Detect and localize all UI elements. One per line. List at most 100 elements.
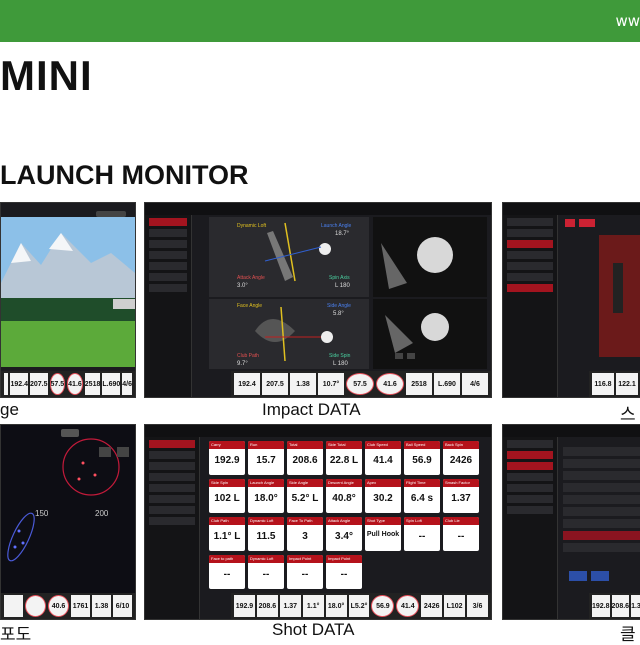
stat-card-value: 30.2: [373, 493, 393, 504]
stat-card: Launch Angle 18.0°: [248, 479, 284, 513]
stat-cell: L5.2°: [348, 595, 370, 617]
impact-stat-strip: 192.4 207.5 1.38 10.7° 57.5 41.6 2518 L.…: [231, 371, 491, 397]
stat-card: Ball Speed 56.9: [404, 441, 440, 475]
stat-card-label: Face to path: [209, 555, 245, 563]
stat-card-label: Run: [248, 441, 284, 449]
stat-cell: 1.37: [279, 595, 301, 617]
stat-cell: 207.5: [262, 373, 288, 395]
stat-card: Side Angle 5.2° L: [287, 479, 323, 513]
stat-card-value: 56.9: [412, 455, 432, 466]
label-spin-axis: Spin Axis: [329, 275, 350, 281]
caption-shot: Shot DATA: [272, 620, 355, 639]
stat-card-value: 11.5: [256, 531, 276, 542]
value-spin-axis: L 180: [335, 283, 350, 289]
stat-card-label: Impact Point: [287, 555, 323, 563]
sidebar: [145, 437, 200, 619]
stat-card-label: Face To Path: [287, 517, 323, 525]
stat-card-label: Side Angle: [287, 479, 323, 487]
swing-video: [565, 219, 640, 357]
stat-card: Dynamic Loft 11.5: [248, 517, 284, 551]
stat-card: Apex 30.2: [365, 479, 401, 513]
stat-card: Club Speed 41.4: [365, 441, 401, 475]
stat-cell: 1.1°: [302, 595, 324, 617]
stat-card-label: Total: [287, 441, 323, 449]
stat-card-value: 192.9: [214, 455, 240, 466]
stat-card: Attack Angle 3.4°: [326, 517, 362, 551]
stat-card: Dynamic Loft --: [248, 555, 284, 589]
distance-marker: 200: [95, 509, 109, 518]
dispersion-screenshot: 150 200 40.6 1761 1.38 6/10: [0, 424, 136, 620]
stat-card-label: Dynamic Loft: [248, 555, 284, 563]
stat-cell: 192.8: [592, 595, 610, 617]
stat-card-value: 1.1° L: [213, 531, 241, 542]
stat-card: Face To Path 3: [287, 517, 323, 551]
app-header: [145, 425, 491, 437]
stat-cell: 2518: [406, 373, 432, 395]
stat-cell: 40.6: [48, 595, 69, 617]
stat-card: Side Spin 102 L: [209, 479, 245, 513]
stat-cell: 3/6: [467, 595, 488, 617]
label-launch-angle: Launch Angle: [321, 223, 352, 229]
section-title: LAUNCH MONITOR: [0, 160, 249, 190]
stat-card: Smash Factor 1.37: [443, 479, 479, 513]
stat-cell: 192.9: [234, 595, 255, 617]
stat-card: Side Total 22.8 L: [326, 441, 362, 475]
stat-card-label: Spin Loft: [404, 517, 440, 525]
stat-card-label: Club Lie: [443, 517, 479, 525]
caption-dispersion: 포도: [0, 625, 32, 644]
label-side-angle: Side Angle: [327, 303, 351, 309]
stat-card-label: Descent Angle: [326, 479, 362, 487]
stat-card: Shot Type Pull Hook: [365, 517, 401, 551]
stat-cell: 1.38: [92, 595, 111, 617]
stat-card-label: Dynamic Loft: [248, 517, 284, 525]
value-club-path: 9.7°: [237, 361, 248, 367]
club-table: [563, 447, 640, 581]
range-scene: [1, 203, 135, 397]
shot-stat-strip: 192.9 208.6 1.37 1.1° 18.0° L5.2° 56.9 4…: [231, 593, 491, 619]
stat-card-value: 208.6: [292, 455, 318, 466]
swing-stat-strip: 116.8 122.1: [589, 371, 640, 397]
stat-cell: 122.1: [616, 373, 638, 395]
stat-card-value: --: [301, 569, 309, 580]
range-screenshot: 192.4 207.5 57.5 41.6 2518 L.690 4/6: [0, 202, 136, 398]
stat-cell: 207.5: [30, 373, 48, 395]
stat-card-value: 2426: [449, 455, 473, 466]
stat-card: Back Spin 2426: [443, 441, 479, 475]
stat-card-label: Shot Type: [365, 517, 401, 525]
dispersion-graph: [7, 429, 129, 562]
stat-cell: 6/10: [113, 595, 132, 617]
stat-card-value: --: [223, 569, 231, 580]
stat-card-value: 1.37: [451, 493, 471, 504]
stat-cell: L102: [444, 595, 466, 617]
stat-card-label: Launch Angle: [248, 479, 284, 487]
value-launch-angle: 18.7°: [335, 231, 350, 237]
stat-card-value: 3.4°: [335, 531, 353, 542]
page-title: MINI: [0, 52, 93, 99]
label-attack-angle: Attack Angle: [237, 275, 265, 281]
label-side-spin: Side Spin: [329, 353, 351, 359]
impact-graphics: [209, 217, 487, 369]
stat-cell: 1.38: [290, 373, 316, 395]
value-attack-angle: 3.0°: [237, 283, 248, 289]
stat-card-label: Impact Point: [326, 555, 362, 563]
stat-card-value: 22.8 L: [329, 455, 359, 466]
stat-card-value: 5.2° L: [291, 493, 319, 504]
shot-data-screenshot: Carry 192.9 Run 15.7 Total 208.6 Side Total 22.…: [144, 424, 492, 620]
stat-card: Flight Time 6.4 s: [404, 479, 440, 513]
stat-card: Total 208.6: [287, 441, 323, 475]
caption-range: ge: [0, 400, 19, 419]
range-stat-strip: 192.4 207.5 57.5 41.6 2518 L.690 4/6: [1, 371, 135, 397]
caption-club: 클: [620, 625, 636, 644]
stat-card-value: --: [457, 531, 465, 542]
caption-impact: Impact DATA: [262, 400, 361, 419]
stat-card-value: 6.4 s: [410, 493, 434, 504]
dispersion-stat-strip: 40.6 1761 1.38 6/10: [1, 593, 135, 619]
impact-screenshot: Dynamic Loft Launch Angle 18.7° Attack A…: [144, 202, 492, 398]
stat-card-value: --: [262, 569, 270, 580]
stat-cell: 116.8: [592, 373, 614, 395]
stat-cell: 1761: [71, 595, 90, 617]
stat-cell: 2518: [84, 373, 101, 395]
stat-cell: L.690: [102, 373, 121, 395]
stat-cell: 56.9: [371, 595, 395, 617]
stat-card-label: Flight Time: [404, 479, 440, 487]
